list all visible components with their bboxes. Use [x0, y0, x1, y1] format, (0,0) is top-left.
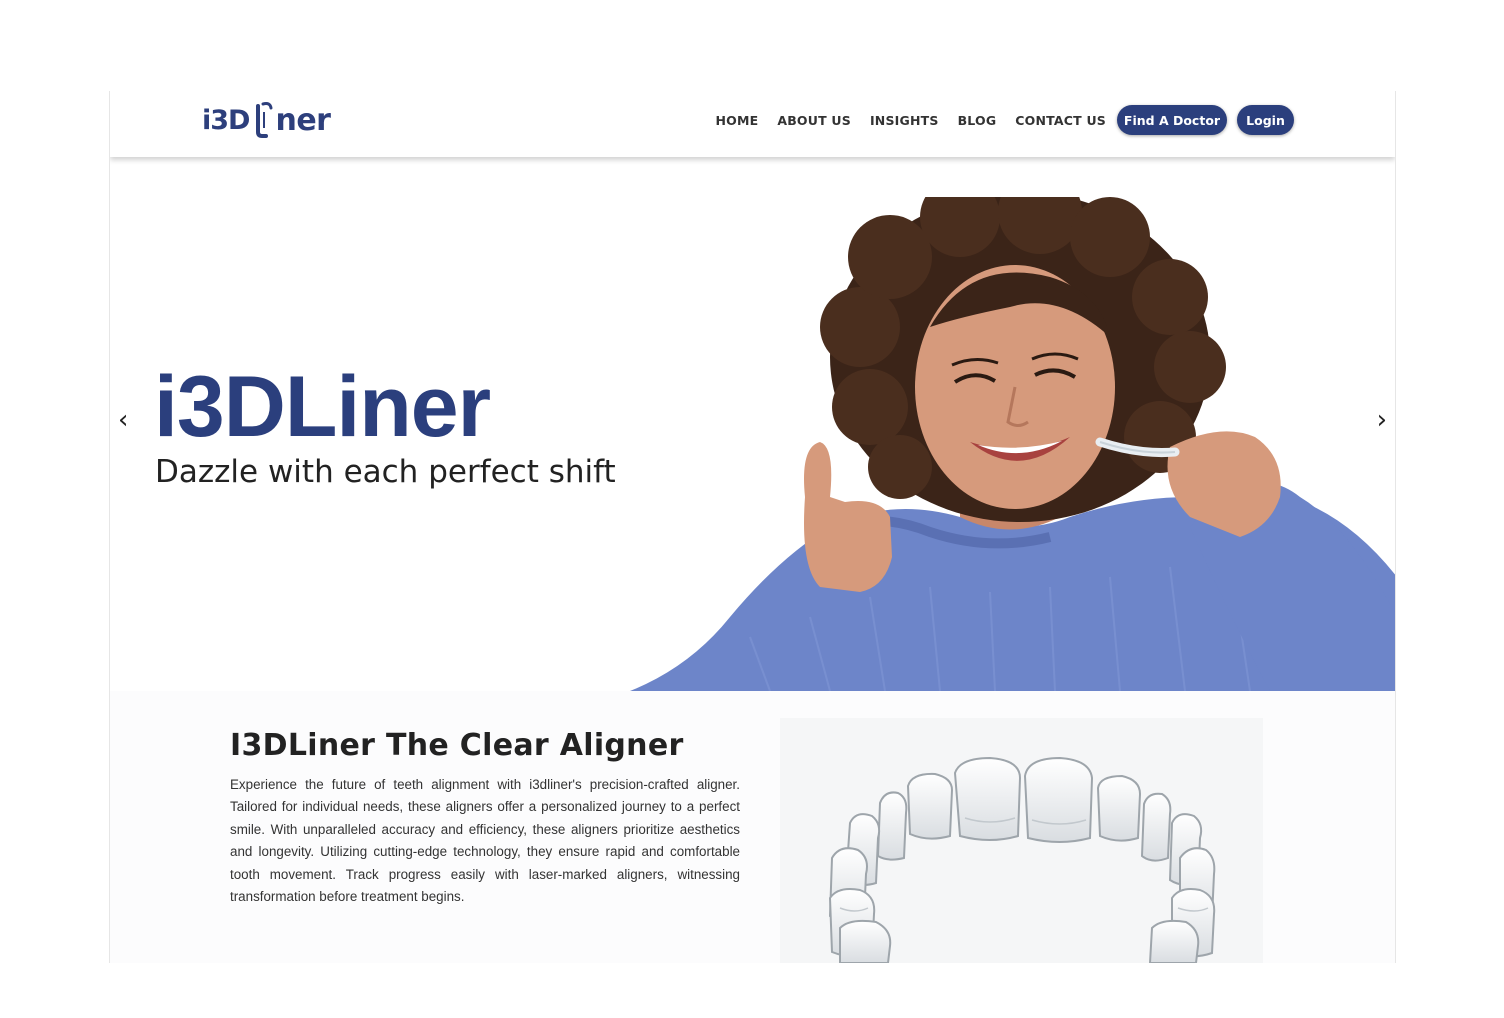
hero-carousel: ‹ › i3DLiner Dazzle with each perfect sh…	[110, 157, 1395, 691]
logo-text-left: i3D	[202, 104, 250, 136]
about-title: I3DLiner The Clear Aligner	[230, 728, 684, 763]
main-nav: HOME ABOUT US INSIGHTS BLOG CONTACT US F…	[715, 105, 1294, 135]
logo-text-right: ner	[275, 102, 331, 138]
about-description: Experience the future of teeth alignment…	[230, 777, 740, 905]
nav-about-us[interactable]: ABOUT US	[777, 113, 851, 128]
nav-home[interactable]: HOME	[715, 113, 758, 128]
aligner-image	[780, 718, 1263, 963]
site-header: i3D ner HOME ABOUT US INSIGHTS BLOG CONT…	[110, 91, 1395, 157]
nav-contact-us[interactable]: CONTACT US	[1015, 113, 1106, 128]
login-button[interactable]: Login	[1237, 105, 1294, 135]
hero-title: i3DLiner	[154, 359, 491, 455]
site-logo[interactable]: i3D ner	[202, 97, 331, 143]
logo-aligner-icon	[254, 102, 274, 138]
nav-blog[interactable]: BLOG	[958, 113, 997, 128]
hero-model-photo	[630, 197, 1395, 691]
hero-subtitle: Dazzle with each perfect shift	[155, 454, 616, 490]
about-section: I3DLiner The Clear Aligner Experience th…	[110, 691, 1395, 963]
webpage: i3D ner HOME ABOUT US INSIGHTS BLOG CONT…	[109, 91, 1396, 963]
carousel-prev-icon[interactable]: ‹	[118, 407, 128, 433]
nav-insights[interactable]: INSIGHTS	[870, 113, 939, 128]
find-doctor-button[interactable]: Find A Doctor	[1117, 105, 1227, 135]
